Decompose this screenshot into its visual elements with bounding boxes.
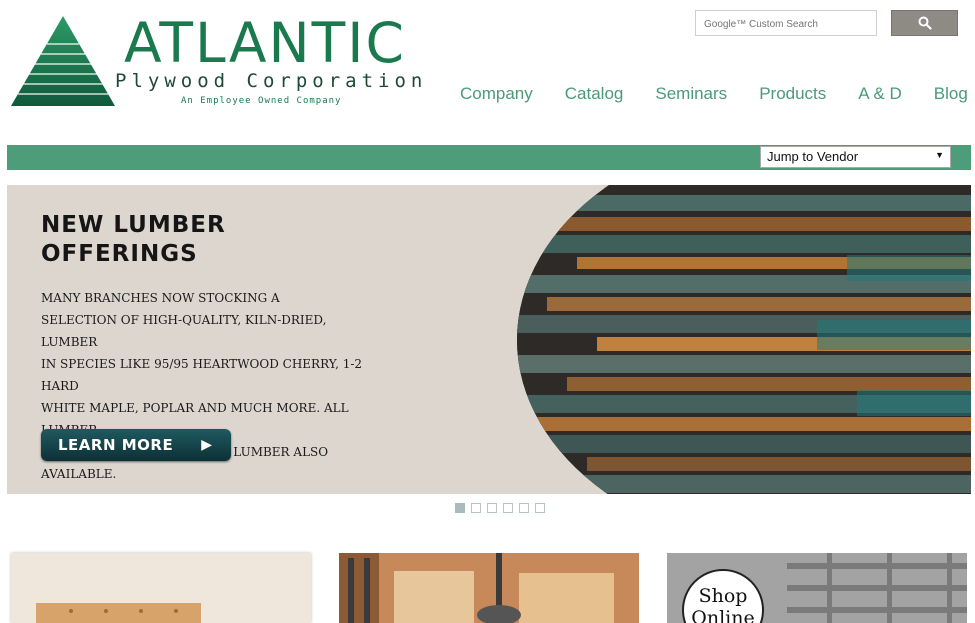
nav-blog[interactable]: Blog: [934, 84, 968, 104]
search-field[interactable]: [695, 10, 877, 36]
logo-subtitle: Plywood Corporation: [115, 70, 428, 92]
wood-block-image: [11, 553, 311, 623]
nav-catalog[interactable]: Catalog: [565, 84, 624, 104]
slider-dot-2[interactable]: [471, 503, 481, 513]
nav-seminars[interactable]: Seminars: [655, 84, 727, 104]
promo-tile-wood-block[interactable]: [11, 553, 311, 623]
slider-pagination: [455, 503, 551, 513]
promo-tile-cabinet-organizer[interactable]: [339, 553, 639, 623]
nav-a-and-d[interactable]: A & D: [858, 84, 901, 104]
shop-online-label: Shop Online: [691, 585, 755, 623]
dropdown-arrow-icon: ▼: [935, 150, 944, 160]
logo-tagline: An Employee Owned Company: [181, 96, 342, 106]
play-arrow-icon: ▶: [201, 437, 213, 453]
lumber-stack-image: [517, 185, 971, 494]
hero-banner: NEW LUMBER OFFERINGS MANY BRANCHES NOW S…: [7, 185, 971, 494]
pyramid-logo-icon: [11, 16, 115, 106]
cabinet-organizer-image: [339, 553, 639, 623]
nav-products[interactable]: Products: [759, 84, 826, 104]
company-logo[interactable]: ATLANTIC Plywood Corporation An Employee…: [9, 14, 422, 110]
slider-dot-6[interactable]: [535, 503, 545, 513]
jump-to-vendor-select[interactable]: Jump to Vendor ▼: [760, 146, 951, 168]
search-input[interactable]: [702, 12, 876, 36]
lumber-photo: [517, 185, 971, 494]
learn-more-label: LEARN MORE: [58, 436, 174, 454]
main-nav: Company Catalog Seminars Products A & D …: [460, 84, 968, 104]
logo-wordmark: ATLANTIC: [124, 11, 406, 75]
vendor-select-value: Jump to Vendor: [767, 149, 859, 164]
slider-dot-3[interactable]: [487, 503, 497, 513]
learn-more-button[interactable]: LEARN MORE ▶: [41, 429, 231, 461]
hero-title: NEW LUMBER OFFERINGS: [41, 212, 226, 267]
promo-tile-shop-online[interactable]: Shop Online: [667, 553, 967, 623]
search-button[interactable]: [891, 10, 958, 36]
slider-dot-5[interactable]: [519, 503, 529, 513]
slider-dot-1[interactable]: [455, 503, 465, 513]
nav-company[interactable]: Company: [460, 84, 533, 104]
search-icon: [918, 16, 932, 30]
slider-dot-4[interactable]: [503, 503, 513, 513]
